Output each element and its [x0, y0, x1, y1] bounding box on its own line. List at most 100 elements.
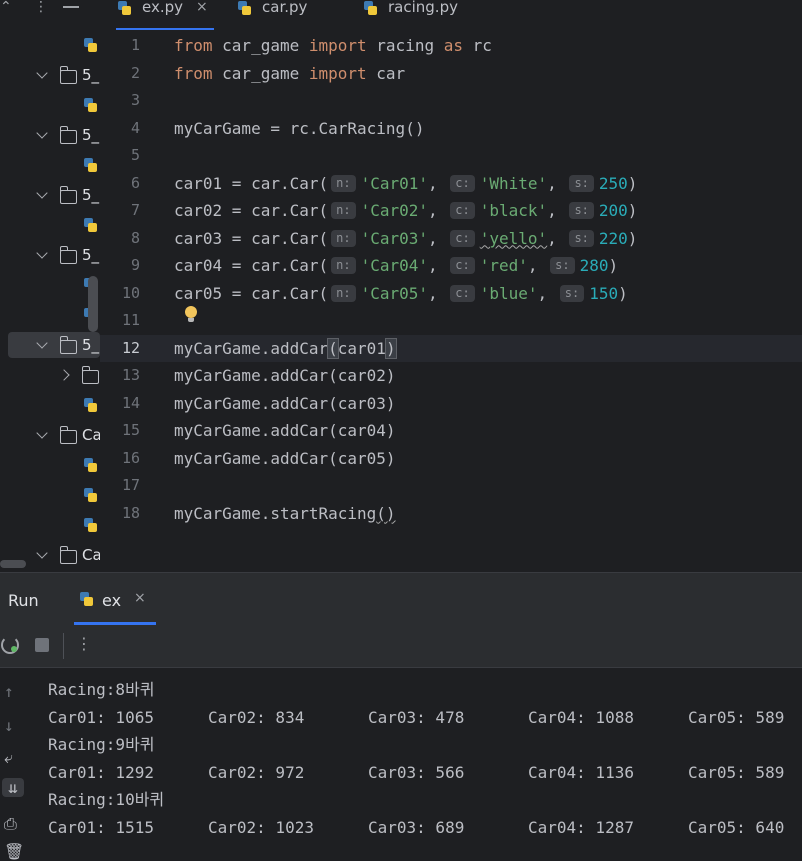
console-cell: Car05: 589 — [688, 707, 785, 727]
stop-icon[interactable] — [35, 638, 49, 652]
line-number: 5 — [130, 146, 140, 164]
console-cell: Car05: 640 — [688, 817, 785, 837]
console-cell: Car02: 834 — [208, 707, 305, 727]
code-line[interactable]: 15 myCarGame.addCar(car04) — [100, 417, 802, 444]
more-options-icon[interactable]: ⋮ — [76, 634, 92, 653]
tree-file[interactable] — [0, 92, 100, 118]
collapse-icon[interactable]: ⌃ — [0, 0, 12, 16]
console-cell: Car03: 566 — [368, 762, 465, 782]
code-line[interactable]: 1 from car_game import racing as rc — [100, 32, 802, 59]
tree-file[interactable] — [0, 212, 100, 238]
scroll-to-end-icon[interactable]: ⇊ — [2, 778, 24, 797]
chevron-down-icon[interactable] — [36, 187, 48, 199]
rerun-icon[interactable] — [1, 636, 19, 654]
tree-file[interactable] — [0, 32, 100, 58]
code-line[interactable]: 7 car02 = car.Car(n: 'Car02', c:'black', s… — [100, 197, 802, 224]
code-text: myCarGame.addCar(car01) — [174, 337, 397, 359]
code-line[interactable]: 12 myCarGame.addCar(car01) — [100, 334, 802, 362]
code-line[interactable]: 2 from car_game import car — [100, 60, 802, 87]
parameter-hint: n: — [331, 229, 356, 247]
chevron-down-icon[interactable] — [36, 247, 48, 259]
run-tab-label: ex — [102, 591, 122, 610]
code-line[interactable]: 3 — [100, 87, 802, 114]
code-text: myCarGame.addCar(car02) — [174, 366, 396, 385]
tree-file[interactable] — [0, 452, 100, 478]
line-number: 11 — [121, 311, 140, 329]
scroll-down-icon[interactable]: ↓ — [4, 716, 14, 735]
parameter-hint: c: — [450, 284, 475, 302]
chevron-down-icon[interactable] — [36, 547, 48, 559]
tree-folder[interactable]: 5_ — [0, 182, 100, 208]
tree-folder[interactable]: 5_ — [0, 242, 100, 268]
tab-car-py[interactable]: car.py — [236, 0, 326, 30]
line-number: 4 — [130, 118, 140, 137]
code-line[interactable]: 17 — [100, 472, 802, 499]
console-cell: Car02: 1023 — [208, 817, 314, 837]
tab-racing-py[interactable]: racing.py — [362, 0, 472, 30]
code-line[interactable]: 6 car01 = car.Car(n: 'Car01', c: 'White', s… — [100, 170, 802, 197]
tab-ex-py[interactable]: ex.py × — [116, 0, 214, 30]
horizontal-scrollbar[interactable] — [0, 560, 26, 568]
folder-name: 5_ — [82, 336, 100, 354]
folder-name: 5_ — [82, 66, 100, 84]
tree-file[interactable] — [0, 152, 100, 178]
scroll-up-icon[interactable]: ↑ — [4, 682, 14, 701]
code-editor[interactable]: 1 from car_game import racing as rc 2 from … — [100, 30, 802, 570]
folder-icon — [59, 426, 77, 444]
print-icon[interactable]: ⎙ — [4, 814, 17, 834]
toolbar-divider — [63, 633, 64, 659]
tree-folder[interactable]: 5_ — [0, 122, 100, 148]
tree-folder[interactable]: 5_ — [0, 62, 100, 88]
lightbulb-icon[interactable] — [185, 306, 197, 322]
vertical-scrollbar[interactable] — [88, 276, 98, 332]
chevron-down-icon[interactable] — [36, 427, 48, 439]
soft-wrap-icon[interactable]: ⤶ — [4, 748, 13, 768]
code-line[interactable]: 4 myCarGame = rc.CarRacing() — [100, 115, 802, 142]
chevron-down-icon[interactable] — [36, 337, 48, 349]
code-line[interactable]: 8 car03 = car.Car(n: 'Car03', c:'yello', s… — [100, 225, 802, 252]
tree-file[interactable] — [0, 512, 100, 538]
code-line[interactable]: 10 car05 = car.Car(n: 'Car05', c:'blue', s… — [100, 280, 802, 307]
code-line[interactable]: 9 car04 = car.Car(n: 'Car04', c:'red', s: 2… — [100, 252, 802, 279]
tab-close-icon[interactable]: × — [196, 0, 208, 14]
code-text: myCarGame.addCar(car04) — [174, 421, 396, 440]
code-line[interactable]: 13 myCarGame.addCar(car02) — [100, 362, 802, 389]
python-file-icon — [78, 591, 94, 607]
code-line[interactable]: 16 myCarGame.addCar(car05) — [100, 445, 802, 472]
more-options-icon[interactable]: ⋮ — [34, 0, 48, 16]
chevron-down-icon[interactable] — [36, 127, 48, 139]
line-number: 9 — [130, 256, 140, 274]
code-line[interactable]: 18 myCarGame.startRacing() — [100, 500, 802, 527]
code-line[interactable]: 5 — [100, 142, 802, 169]
minimize-icon[interactable] — [63, 6, 79, 8]
chevron-right-icon[interactable] — [58, 369, 70, 381]
tree-file[interactable] — [0, 392, 100, 418]
folder-icon — [59, 336, 77, 354]
parameter-hint: s: — [569, 202, 594, 219]
console-cell: Car01: 1515 — [48, 817, 154, 837]
line-number: 10 — [121, 283, 140, 302]
tree-file[interactable] — [0, 272, 100, 298]
folder-name: 5_ — [82, 246, 100, 264]
folder-icon — [81, 366, 99, 384]
code-text: car01 = car.Car(n: 'Car01', c: 'White', s:… — [174, 173, 638, 193]
tree-folder[interactable]: 5_ — [8, 332, 100, 358]
tree-folder[interactable]: Ca — [0, 422, 100, 448]
chevron-down-icon[interactable] — [36, 67, 48, 79]
console-result-row: Car01: 1515 Car02: 1023 Car03: 689 Car04: 1… — [48, 818, 802, 838]
parameter-hint: c: — [450, 229, 475, 247]
tree-file[interactable] — [0, 482, 100, 508]
run-tab-close-icon[interactable]: × — [134, 590, 146, 606]
console-output[interactable]: ↑ ↓ ⤶ ⇊ ⎙ 🗑 Racing:8바퀴 Car01: 1065 Car02: … — [0, 668, 802, 861]
line-number: 3 — [130, 91, 140, 109]
python-file-icon — [82, 457, 98, 473]
console-cell: Car03: 689 — [368, 817, 465, 837]
tree-file[interactable] — [0, 302, 100, 328]
run-tab-ex[interactable]: ex × — [74, 590, 158, 625]
code-line[interactable]: 14 myCarGame.addCar(car03) — [100, 390, 802, 417]
trash-icon[interactable]: 🗑 — [4, 842, 24, 861]
code-text: car03 = car.Car(n: 'Car03', c:'yello', s:… — [174, 228, 638, 248]
code-line[interactable]: 11 — [100, 307, 802, 334]
code-text: car05 = car.Car(n: 'Car05', c:'blue', s: 1… — [174, 283, 628, 303]
tree-folder[interactable] — [0, 362, 100, 388]
